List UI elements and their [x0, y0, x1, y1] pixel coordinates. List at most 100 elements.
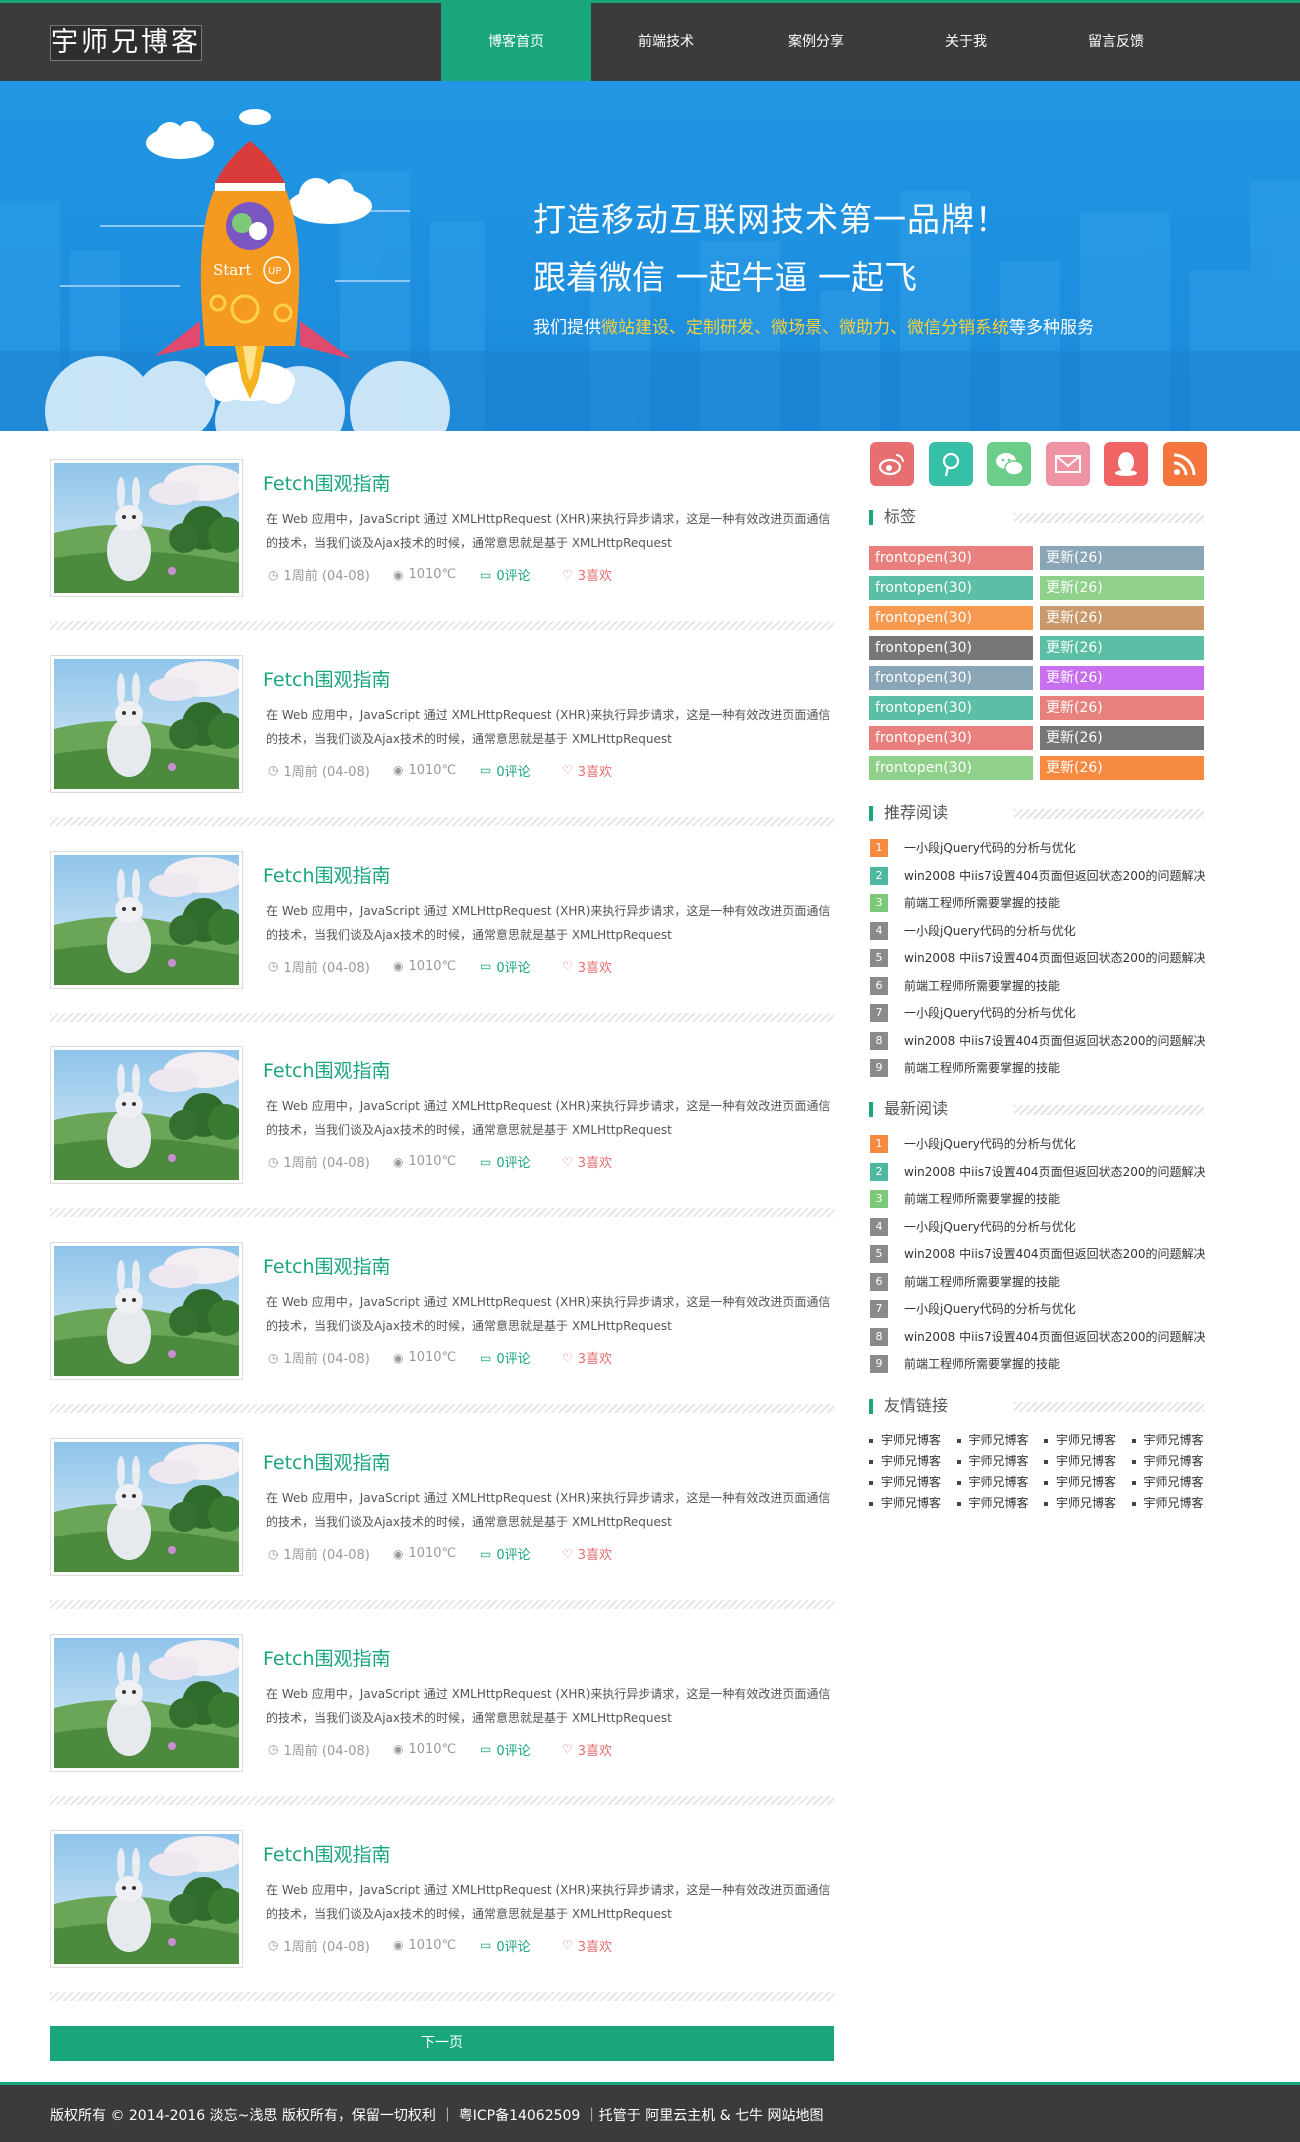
- friend-link[interactable]: 宇师兄博客: [1132, 1431, 1204, 1448]
- ranked-item[interactable]: 6 前端工程师所需要掌握的技能: [869, 1272, 1204, 1292]
- tag-item[interactable]: 更新(26): [1040, 606, 1204, 630]
- post-title[interactable]: Fetch围观指南: [263, 469, 391, 496]
- post-comments[interactable]: ▭ 0评论: [480, 1936, 562, 1955]
- site-logo[interactable]: 宇师兄博客: [50, 25, 202, 61]
- friend-link[interactable]: 宇师兄博客: [1044, 1452, 1116, 1469]
- tag-item[interactable]: 更新(26): [1040, 696, 1204, 720]
- friend-link[interactable]: 宇师兄博客: [869, 1452, 941, 1469]
- ranked-item[interactable]: 5 win2008 中iis7设置404页面但返回状态200的问题解决: [869, 948, 1205, 968]
- rank-title: 一小段jQuery代码的分析与优化: [904, 1219, 1076, 1234]
- post-likes[interactable]: ♡ 3喜欢: [562, 957, 612, 976]
- ranked-item[interactable]: 7 一小段jQuery代码的分析与优化: [869, 1299, 1204, 1319]
- nav-item-3[interactable]: 案例分享: [741, 3, 891, 81]
- post-likes[interactable]: ♡ 3喜欢: [562, 1348, 612, 1368]
- rss-link[interactable]: [1162, 442, 1207, 486]
- ranked-item[interactable]: 8 win2008 中iis7设置404页面但返回状态200的问题解决: [869, 1031, 1205, 1051]
- ranked-item[interactable]: 1 一小段jQuery代码的分析与优化: [869, 1134, 1204, 1154]
- nav-item-2[interactable]: 前端技术: [591, 3, 741, 81]
- post-comments[interactable]: ▭ 0评论: [480, 565, 562, 585]
- post-thumbnail[interactable]: [50, 654, 243, 793]
- friend-link[interactable]: 宇师兄博客: [869, 1494, 941, 1511]
- friend-link[interactable]: 宇师兄博客: [957, 1452, 1029, 1469]
- post-comments[interactable]: ▭ 0评论: [480, 1348, 562, 1368]
- friend-link[interactable]: 宇师兄博客: [1132, 1494, 1204, 1511]
- friend-link[interactable]: 宇师兄博客: [957, 1494, 1029, 1511]
- ranked-item[interactable]: 6 前端工程师所需要掌握的技能: [869, 976, 1204, 996]
- post-thumbnail[interactable]: [50, 1829, 243, 1968]
- nav-item-5[interactable]: 留言反馈: [1041, 3, 1191, 81]
- ranked-item[interactable]: 3 前端工程师所需要掌握的技能: [869, 893, 1204, 913]
- post-likes[interactable]: ♡ 3喜欢: [562, 1740, 612, 1759]
- friend-link[interactable]: 宇师兄博客: [1044, 1431, 1116, 1448]
- post-comments[interactable]: ▭ 0评论: [480, 761, 562, 780]
- tag-item[interactable]: frontopen(30): [869, 726, 1033, 750]
- post-title[interactable]: Fetch围观指南: [263, 665, 391, 692]
- post-thumbnail[interactable]: [50, 1633, 243, 1772]
- post-likes[interactable]: ♡ 3喜欢: [562, 1936, 612, 1955]
- nav-item-1[interactable]: 博客首页: [441, 3, 591, 81]
- tag-item[interactable]: 更新(26): [1040, 726, 1204, 750]
- ranked-item[interactable]: 2 win2008 中iis7设置404页面但返回状态200的问题解决: [869, 1162, 1205, 1182]
- post-title[interactable]: Fetch围观指南: [263, 1252, 391, 1279]
- post-comments[interactable]: ▭ 0评论: [480, 1152, 562, 1172]
- friend-link[interactable]: 宇师兄博客: [1132, 1473, 1204, 1490]
- comment-icon: ▭: [480, 1154, 492, 1169]
- post-thumbnail[interactable]: [50, 1438, 243, 1576]
- ranked-item[interactable]: 3 前端工程师所需要掌握的技能: [869, 1189, 1204, 1209]
- post-likes[interactable]: ♡ 3喜欢: [562, 1544, 612, 1564]
- ranked-item[interactable]: 4 一小段jQuery代码的分析与优化: [869, 921, 1204, 941]
- nav-item-4[interactable]: 关于我: [891, 3, 1041, 81]
- qq-link[interactable]: [1104, 442, 1148, 486]
- friend-link[interactable]: 宇师兄博客: [957, 1473, 1029, 1490]
- tag-item[interactable]: 更新(26): [1040, 636, 1204, 660]
- ranked-item[interactable]: 7 一小段jQuery代码的分析与优化: [869, 1003, 1204, 1023]
- post-thumbnail[interactable]: [50, 1046, 243, 1185]
- ranked-item[interactable]: 2 win2008 中iis7设置404页面但返回状态200的问题解决: [869, 866, 1205, 886]
- post-thumbnail[interactable]: [50, 459, 243, 597]
- weibo-link[interactable]: [870, 442, 914, 486]
- friend-link[interactable]: 宇师兄博客: [1044, 1473, 1116, 1490]
- post-likes[interactable]: ♡ 3喜欢: [562, 761, 612, 780]
- post-title[interactable]: Fetch围观指南: [263, 1840, 391, 1867]
- post-title[interactable]: Fetch围观指南: [263, 1644, 391, 1671]
- tag-item[interactable]: 更新(26): [1040, 756, 1204, 780]
- post-comments[interactable]: ▭ 0评论: [480, 1740, 562, 1759]
- tag-item[interactable]: frontopen(30): [869, 546, 1033, 570]
- friend-link[interactable]: 宇师兄博客: [957, 1431, 1029, 1448]
- ranked-item[interactable]: 8 win2008 中iis7设置404页面但返回状态200的问题解决: [869, 1327, 1205, 1347]
- post-likes[interactable]: ♡ 3喜欢: [562, 565, 612, 585]
- tag-item[interactable]: 更新(26): [1040, 546, 1204, 570]
- banner-services-post: 等多种服务: [1009, 318, 1094, 338]
- zhihu-pen-link[interactable]: [928, 442, 973, 486]
- post-likes[interactable]: ♡ 3喜欢: [562, 1152, 612, 1172]
- rank-title: 前端工程师所需要掌握的技能: [904, 1061, 1061, 1075]
- ranked-item[interactable]: 9 前端工程师所需要掌握的技能: [869, 1058, 1204, 1078]
- post-thumbnail[interactable]: [50, 1242, 243, 1381]
- post-title[interactable]: Fetch围观指南: [263, 861, 391, 888]
- friend-link[interactable]: 宇师兄博客: [869, 1473, 941, 1490]
- mail-link[interactable]: [1045, 442, 1090, 486]
- tag-item[interactable]: frontopen(30): [869, 636, 1033, 660]
- post-thumbnail[interactable]: [50, 850, 243, 989]
- wechat-link[interactable]: [987, 442, 1031, 486]
- friend-link[interactable]: 宇师兄博客: [1044, 1494, 1116, 1511]
- friend-link[interactable]: 宇师兄博客: [1132, 1452, 1204, 1469]
- next-page-button[interactable]: 下一页: [50, 2026, 834, 2061]
- rank-number: 1: [870, 1135, 888, 1153]
- tag-item[interactable]: frontopen(30): [869, 756, 1033, 780]
- ranked-item[interactable]: 9 前端工程师所需要掌握的技能: [869, 1354, 1204, 1374]
- ranked-item[interactable]: 4 一小段jQuery代码的分析与优化: [869, 1217, 1204, 1237]
- ranked-item[interactable]: 1 一小段jQuery代码的分析与优化: [869, 838, 1204, 858]
- tag-item[interactable]: frontopen(30): [869, 696, 1033, 720]
- ranked-item[interactable]: 5 win2008 中iis7设置404页面但返回状态200的问题解决: [869, 1244, 1205, 1264]
- tag-item[interactable]: frontopen(30): [869, 666, 1033, 690]
- post-title[interactable]: Fetch围观指南: [263, 1056, 391, 1083]
- friend-link[interactable]: 宇师兄博客: [869, 1431, 941, 1448]
- tag-item[interactable]: 更新(26): [1040, 666, 1204, 690]
- tag-item[interactable]: 更新(26): [1040, 576, 1204, 600]
- post-title[interactable]: Fetch围观指南: [263, 1448, 391, 1475]
- tag-item[interactable]: frontopen(30): [869, 576, 1033, 600]
- post-comments[interactable]: ▭ 0评论: [480, 1544, 562, 1564]
- tag-item[interactable]: frontopen(30): [869, 606, 1033, 630]
- post-comments[interactable]: ▭ 0评论: [480, 957, 562, 976]
